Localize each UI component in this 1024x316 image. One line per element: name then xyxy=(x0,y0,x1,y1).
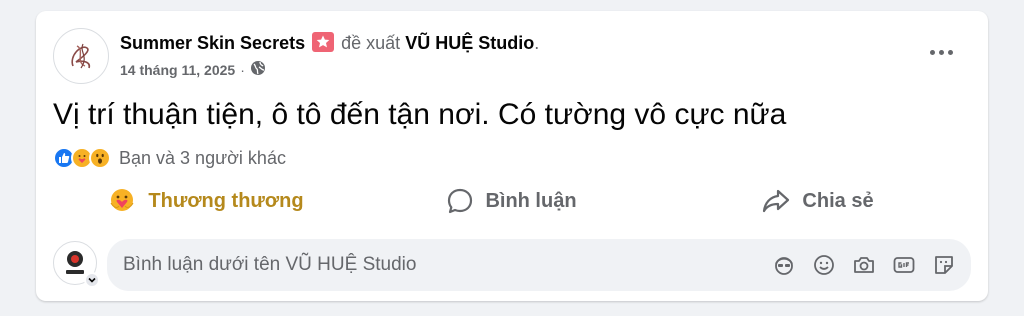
post-body-text: Vị trí thuận tiện, ô tô đến tận nơi. Có … xyxy=(53,98,787,131)
page-avatar[interactable] xyxy=(53,28,109,84)
sticker-icon[interactable] xyxy=(931,252,957,278)
react-button[interactable]: Thương thương xyxy=(53,179,359,223)
comment-button[interactable]: Bình luận xyxy=(359,179,665,223)
chevron-down-icon[interactable] xyxy=(84,272,100,288)
share-icon xyxy=(763,189,790,213)
reaction-icons xyxy=(53,147,111,169)
meta-separator: · xyxy=(240,61,245,78)
more-dot-icon xyxy=(929,49,935,55)
header-line: Summer Skin Secrets đề xuất VŨ HUỆ Studi… xyxy=(120,31,539,55)
camera-icon[interactable] xyxy=(851,252,877,278)
more-dot-icon xyxy=(947,49,953,55)
share-button-label: Chia sẻ xyxy=(802,189,874,212)
more-dot-icon xyxy=(938,49,944,55)
react-button-label: Thương thương xyxy=(148,189,304,212)
comment-placeholder: Bình luận dưới tên VŨ HUỆ Studio xyxy=(123,254,417,275)
wow-icon xyxy=(89,147,111,169)
comment-icon xyxy=(448,188,473,214)
header-text: Summer Skin Secrets đề xuất VŨ HUỆ Studi… xyxy=(120,31,539,79)
reaction-summary-text[interactable]: Bạn và 3 người khác xyxy=(119,148,286,169)
more-options-button[interactable] xyxy=(923,34,959,70)
share-button[interactable]: Chia sẻ xyxy=(665,179,971,223)
comment-composer: Bình luận dưới tên VŨ HUỆ Studio xyxy=(53,239,971,291)
comment-input[interactable]: Bình luận dưới tên VŨ HUỆ Studio xyxy=(107,239,971,291)
care-reaction-icon xyxy=(110,189,134,211)
post-date[interactable]: 14 tháng 11, 2025 xyxy=(120,62,235,78)
emoji-icon[interactable] xyxy=(811,252,837,278)
post-actions: Thương thương Bình luận Chia sẻ xyxy=(53,179,971,223)
period-text: . xyxy=(534,33,540,53)
comment-button-label: Bình luận xyxy=(485,189,577,212)
comment-tools xyxy=(771,252,971,278)
globe-icon xyxy=(250,60,266,79)
page-logo-icon xyxy=(71,43,91,69)
user-avatar[interactable] xyxy=(53,241,100,288)
author-name[interactable]: Summer Skin Secrets xyxy=(120,33,305,53)
recommended-page-name[interactable]: VŨ HUỆ Studio xyxy=(405,33,534,53)
post-meta: 14 tháng 11, 2025 · xyxy=(120,60,539,79)
recommend-star-icon xyxy=(312,32,335,52)
post-card: Summer Skin Secrets đề xuất VŨ HUỆ Studi… xyxy=(36,11,988,301)
recommends-text: đề xuất xyxy=(341,33,401,53)
post-header: Summer Skin Secrets đề xuất VŨ HUỆ Studi… xyxy=(53,28,971,84)
reactions-summary[interactable]: Bạn và 3 người khác xyxy=(53,144,286,172)
avatar-sticker-icon[interactable] xyxy=(771,252,797,278)
gif-icon[interactable] xyxy=(891,252,917,278)
